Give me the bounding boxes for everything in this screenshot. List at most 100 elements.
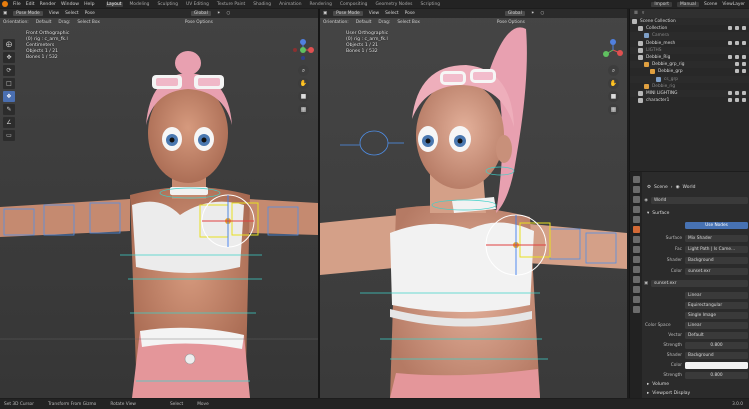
manual-button[interactable]: Manual	[676, 1, 699, 7]
menu-window[interactable]: Window	[61, 2, 79, 7]
pan-hand-icon[interactable]: ✋	[608, 78, 619, 89]
outliner-row[interactable]: Debbie_mesh	[630, 40, 749, 47]
snap-icon[interactable]: ✶	[531, 11, 535, 16]
scale-tool-icon[interactable]: □	[3, 78, 15, 89]
annotate-tool-icon[interactable]: ✎	[3, 104, 15, 115]
orientation-selector[interactable]: Default	[36, 20, 52, 25]
color-texture-field[interactable]: sunset.exr	[685, 267, 748, 275]
outliner-row[interactable]: Camera	[630, 32, 749, 40]
nav-gizmo[interactable]	[602, 39, 624, 61]
bone-constraint-tab-icon[interactable]	[632, 306, 640, 313]
menu-help[interactable]: Help	[84, 2, 94, 7]
mode-selector[interactable]: Pose Mode	[333, 11, 363, 16]
blender-logo-icon[interactable]	[2, 1, 8, 7]
outliner-row[interactable]: Debbie_grp	[630, 68, 749, 75]
checkbox-icon[interactable]	[728, 98, 732, 103]
object-tab-icon[interactable]	[632, 246, 640, 253]
proportional-icon[interactable]: ○	[541, 11, 545, 16]
pose-options-button[interactable]: Pose Options	[185, 20, 213, 25]
tab-layout[interactable]: Layout	[105, 1, 123, 7]
rotate-tool-icon[interactable]: ⟳	[3, 65, 15, 76]
outliner-row[interactable]: MINI LIGHTING	[630, 89, 749, 98]
checkbox-icon[interactable]	[728, 90, 732, 95]
tab-uv-editing[interactable]: UV Editing	[185, 2, 210, 7]
pose-menu[interactable]: Pose	[405, 11, 415, 16]
eye-icon[interactable]	[735, 98, 739, 103]
shader2-field[interactable]: Background	[685, 351, 748, 359]
surface-shader-field[interactable]: Mix Shader	[685, 234, 748, 242]
eye-icon[interactable]	[735, 40, 739, 45]
view-menu[interactable]: View	[49, 11, 59, 16]
camera-render-icon[interactable]	[742, 69, 746, 74]
render-tab-icon[interactable]	[632, 186, 640, 193]
camera-render-icon[interactable]	[742, 54, 746, 59]
camera-render-icon[interactable]	[742, 98, 746, 103]
outliner-row[interactable]: Debbie_Rig	[630, 54, 749, 61]
eye-icon[interactable]	[735, 26, 739, 31]
outliner-row[interactable]: cs_grp	[630, 75, 749, 83]
eye-icon[interactable]	[735, 69, 739, 74]
snap-icon[interactable]: ✶	[217, 11, 221, 16]
bone-size-tool-icon[interactable]: ▭	[3, 130, 15, 141]
tab-sculpting[interactable]: Sculpting	[156, 2, 179, 7]
collection-tab-icon[interactable]	[632, 236, 640, 243]
tab-geometry-nodes[interactable]: Geometry Nodes	[374, 2, 413, 7]
pivot-selector[interactable]: Global	[190, 11, 211, 16]
physics-tab-icon[interactable]	[632, 266, 640, 273]
vector-field[interactable]: Default	[685, 331, 748, 339]
source-selector[interactable]: Single Image	[685, 311, 748, 319]
constraint-tab-icon[interactable]	[632, 276, 640, 283]
camera-render-icon[interactable]	[742, 26, 746, 31]
select-menu[interactable]: Select	[385, 11, 399, 16]
use-nodes-button[interactable]: Use Nodes	[685, 221, 748, 229]
grid-icon[interactable]: ▦	[298, 104, 309, 115]
shader-field[interactable]: Background	[685, 256, 748, 264]
world-tab-icon[interactable]	[632, 226, 640, 233]
checkbox-icon[interactable]	[728, 26, 732, 31]
fac-field[interactable]: Light Path | Is Came...	[685, 245, 748, 253]
visibility-toggles[interactable]	[728, 26, 746, 31]
outliner-row[interactable]: Debbie_grp_rig	[630, 61, 749, 69]
mode-selector[interactable]: Pose Mode	[13, 11, 43, 16]
pivot-selector[interactable]: Global	[504, 11, 525, 16]
outliner-row[interactable]: Debbie_rig	[630, 83, 749, 90]
surface-section-header[interactable]: ▾ Surface	[643, 209, 748, 217]
pose-options-button[interactable]: Pose Options	[497, 20, 525, 25]
eye-icon[interactable]	[735, 90, 739, 95]
scene-tab-icon[interactable]	[632, 216, 640, 223]
tab-texture-paint[interactable]: Texture Paint	[216, 2, 246, 7]
drag-selector[interactable]: Select Box	[77, 20, 100, 25]
output-tab-icon[interactable]	[632, 196, 640, 203]
cursor-tool-icon[interactable]: ⨁	[3, 39, 15, 50]
orientation-selector[interactable]: Default	[356, 20, 372, 25]
tab-rendering[interactable]: Rendering	[308, 2, 332, 7]
camera-render-icon[interactable]	[742, 90, 746, 95]
viewport-display-section-header[interactable]: ▸ Viewport Display	[643, 389, 748, 397]
tab-animation[interactable]: Animation	[278, 2, 302, 7]
scene-selector[interactable]: Scene	[704, 2, 717, 7]
viewport-right[interactable]: ▣ Pose Mode View Select Pose Global ✶ ○ …	[320, 9, 627, 398]
outliner-row[interactable]: LIGTHS	[630, 46, 749, 54]
visibility-toggles[interactable]	[735, 62, 746, 67]
viewport-left[interactable]: ▣ Pose Mode View Select Pose Global ✶ ○ …	[0, 9, 318, 398]
color-space-selector[interactable]: Linear	[685, 321, 748, 329]
editor-type-icon[interactable]: ▣	[323, 11, 327, 16]
outliner-row[interactable]: Collection	[630, 25, 749, 32]
image-name-field[interactable]: sunset.exr	[651, 279, 748, 287]
outliner-row[interactable]: Scene Collection	[630, 18, 749, 26]
drag-selector[interactable]: Select Box	[397, 20, 420, 25]
color-swatch[interactable]	[685, 361, 748, 369]
axis-gizmo-icon[interactable]	[292, 39, 314, 61]
menu-edit[interactable]: Edit	[26, 2, 35, 7]
pan-hand-icon[interactable]: ✋	[298, 78, 309, 89]
nav-gizmo[interactable]	[292, 39, 314, 61]
camera-render-icon[interactable]	[742, 40, 746, 45]
checkbox-icon[interactable]	[728, 40, 732, 45]
interpolation-selector[interactable]: Linear	[685, 291, 748, 299]
data-tab-icon[interactable]	[632, 286, 640, 293]
outliner-type-icon[interactable]: ☰	[634, 11, 638, 16]
tab-compositing[interactable]: Compositing	[339, 2, 369, 7]
outliner-filter-icon[interactable]: ▿	[642, 11, 644, 16]
volume-section-header[interactable]: ▸ Volume	[643, 380, 748, 388]
tab-modeling[interactable]: Modeling	[129, 2, 151, 7]
